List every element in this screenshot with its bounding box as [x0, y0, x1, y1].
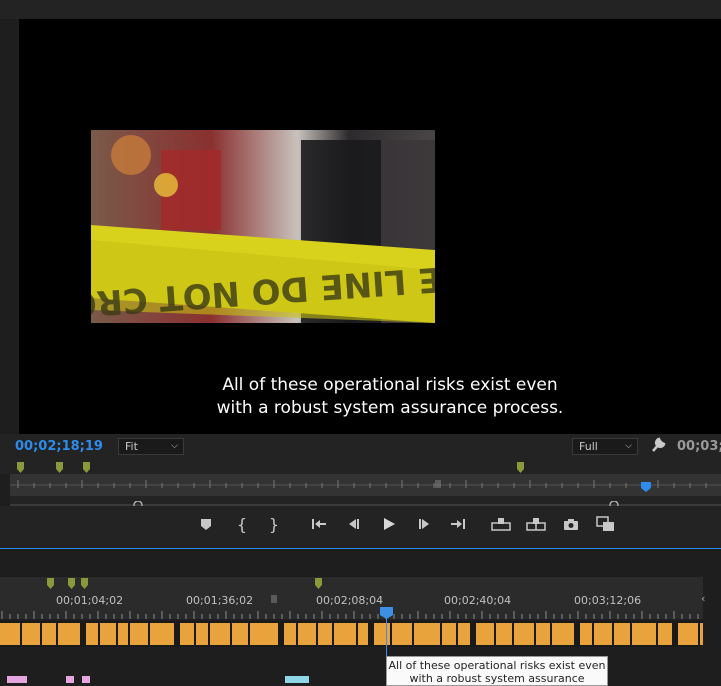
zoom-level-select[interactable]: Fit ⌵ [118, 438, 184, 455]
clip-block [658, 623, 672, 645]
clip-block [284, 623, 296, 645]
zoom-scroll-bar[interactable] [10, 496, 721, 510]
clip-block [334, 623, 356, 645]
tooltip-line-1: All of these operational risks exist eve… [388, 659, 606, 672]
chevron-down-icon: ⌵ [625, 441, 632, 451]
mark-in-button[interactable]: { [231, 514, 253, 534]
clip-block [180, 623, 194, 645]
clip-block [700, 623, 703, 645]
wrench-icon[interactable] [650, 436, 666, 454]
clip-block [496, 623, 512, 645]
playhead-timecode[interactable]: 00;02;18;19 [15, 439, 103, 454]
clip-block [374, 623, 390, 645]
subtitle-caption: All of these operational risks exist eve… [160, 374, 620, 420]
chevron-left-icon[interactable]: ‹ [701, 592, 705, 605]
brace-right-icon: } [268, 514, 280, 534]
clip-block [594, 623, 612, 645]
clip-block [414, 623, 440, 645]
clip-block [130, 623, 148, 645]
clip-block [476, 623, 494, 645]
clip-block [580, 623, 592, 645]
clip-block [86, 623, 98, 645]
clip-block [150, 623, 174, 645]
timeline-marker-row [0, 577, 703, 591]
marker-icon [201, 519, 211, 530]
video-track-clips[interactable] [0, 621, 703, 647]
monitor-time-ruler[interactable] [10, 474, 721, 496]
marker-icon[interactable] [81, 578, 88, 589]
ruler-label: 00;01;36;02 [186, 594, 254, 607]
clip-block [232, 623, 248, 645]
brace-left-icon: { [236, 514, 248, 534]
step-back-button[interactable] [343, 514, 365, 534]
go-to-in-icon [312, 519, 326, 529]
ruler-label: 00;03;12;06 [574, 594, 642, 607]
step-forward-icon [419, 519, 429, 529]
clip-block [298, 623, 316, 645]
video-frame: FIRE LINE DO NOT CROSS [91, 130, 435, 323]
go-to-in-button[interactable] [308, 514, 330, 534]
clip-block [318, 623, 332, 645]
clip-block [58, 623, 80, 645]
clip-block [210, 623, 230, 645]
extract-button[interactable] [525, 514, 547, 534]
timeline-playhead[interactable] [380, 607, 393, 619]
mark-out-button[interactable]: } [263, 514, 285, 534]
clip-block [196, 623, 208, 645]
ruler-label: 00;01;04;02 [56, 594, 124, 607]
duration-timecode: 00;03;3 [677, 439, 721, 454]
clip-block [22, 623, 40, 645]
play-icon [384, 518, 395, 530]
zoom-level-value: Fit [125, 440, 138, 453]
ruler-label: 00;02;08;04 [316, 594, 384, 607]
clip-block [514, 623, 534, 645]
compare-icon [596, 516, 614, 531]
clip-block [614, 623, 630, 645]
step-back-icon [349, 519, 359, 529]
clip-block [42, 623, 56, 645]
resolution-value: Full [579, 440, 598, 453]
marker-icon[interactable] [517, 462, 524, 473]
lift-icon [491, 518, 511, 531]
clip-block [632, 623, 656, 645]
ruler-label: 00;02;40;04 [444, 594, 512, 607]
caption-line-2: with a robust system assurance process. [216, 398, 564, 418]
audio-track-clips[interactable] [0, 673, 320, 683]
play-button[interactable] [378, 514, 400, 534]
caption-line-1: All of these operational risks exist eve… [222, 375, 558, 395]
marker-icon[interactable] [315, 578, 322, 589]
add-marker-button[interactable] [195, 514, 217, 534]
export-frame-button[interactable] [560, 514, 582, 534]
clip-block [442, 623, 456, 645]
step-forward-button[interactable] [413, 514, 435, 534]
clip-block [552, 623, 574, 645]
go-to-out-icon [451, 519, 465, 529]
clip-tooltip: All of these operational risks exist eve… [386, 656, 608, 686]
clip-block [358, 623, 368, 645]
marker-icon[interactable] [56, 462, 63, 473]
extract-icon [526, 518, 546, 531]
marker-icon[interactable] [17, 462, 24, 473]
clip-block [458, 623, 470, 645]
clip-block [100, 623, 116, 645]
go-to-out-button[interactable] [447, 514, 469, 534]
playback-resolution-select[interactable]: Full ⌵ [572, 438, 638, 455]
clip-block [678, 623, 698, 645]
camera-icon [564, 518, 578, 530]
clip-block [0, 623, 20, 645]
clip-block [536, 623, 550, 645]
clip-block [392, 623, 412, 645]
top-strip [0, 0, 721, 19]
monitor-playhead[interactable] [641, 482, 651, 492]
clip-block [250, 623, 278, 645]
chevron-down-icon: ⌵ [171, 441, 178, 451]
tooltip-line-2: with a robust system assurance process. [409, 672, 585, 685]
compare-view-button[interactable] [595, 514, 617, 534]
clip-block [118, 623, 128, 645]
monitor-marker-row [0, 458, 721, 474]
marker-icon[interactable] [68, 578, 75, 589]
marker-icon[interactable] [83, 462, 90, 473]
lift-button[interactable] [490, 514, 512, 534]
marker-icon[interactable] [47, 578, 54, 589]
